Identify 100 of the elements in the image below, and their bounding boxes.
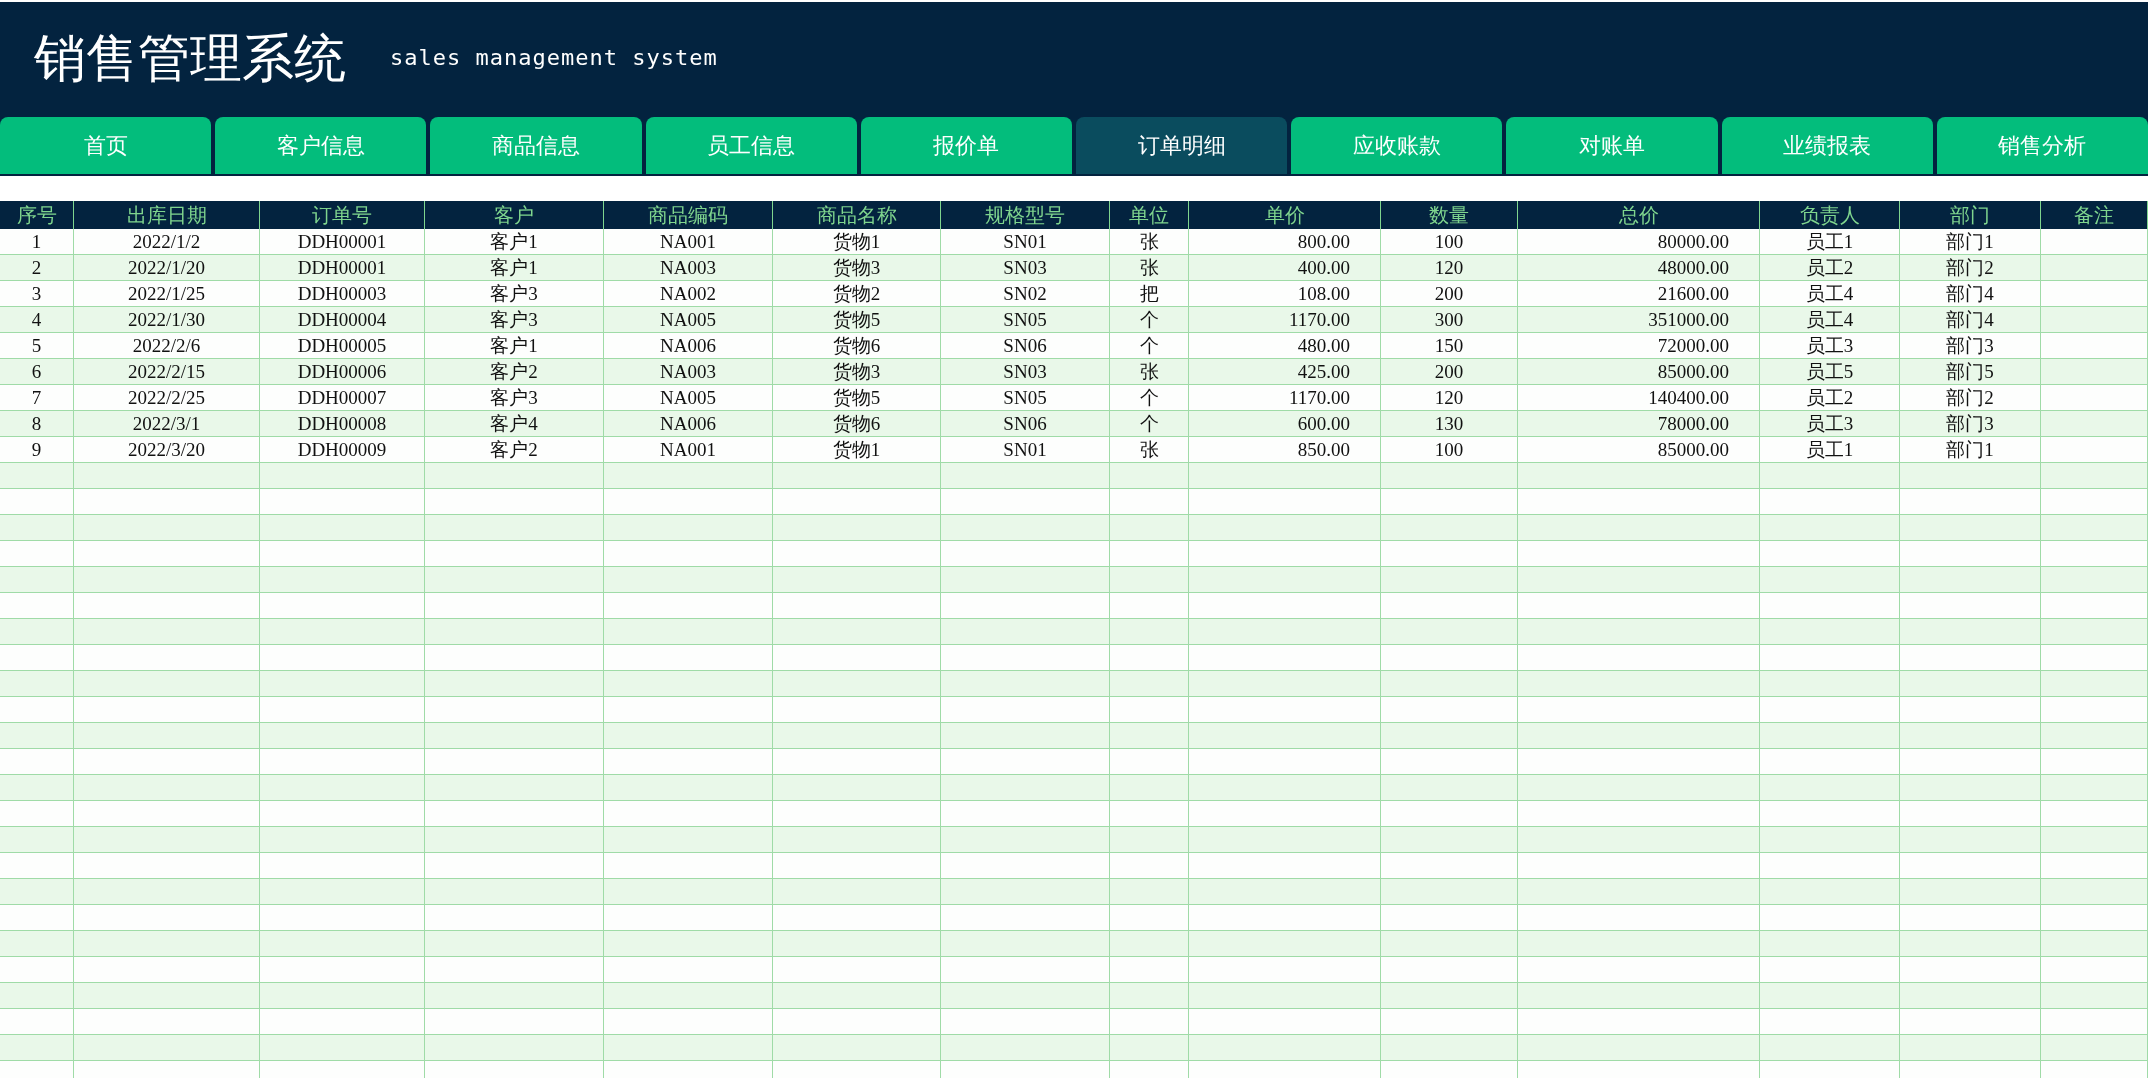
table-cell: 货物2 bbox=[773, 281, 941, 307]
table-cell: 部门5 bbox=[1900, 359, 2041, 385]
table-cell: 108.00 bbox=[1189, 281, 1381, 307]
app-title: 销售管理系统 bbox=[34, 26, 346, 90]
table-cell: 客户3 bbox=[425, 385, 604, 411]
table-cell: 140400.00 bbox=[1518, 385, 1760, 411]
nav-tab[interactable]: 员工信息 bbox=[645, 117, 857, 174]
table-cell: DDH00006 bbox=[260, 359, 425, 385]
column-header: 订单号 bbox=[260, 201, 425, 229]
table-cell: DDH00004 bbox=[260, 307, 425, 333]
table-cell: 货物6 bbox=[773, 333, 941, 359]
table-cell: 员工3 bbox=[1760, 333, 1900, 359]
table-cell: DDH00007 bbox=[260, 385, 425, 411]
table-cell: 把 bbox=[1110, 281, 1189, 307]
table-cell: NA003 bbox=[604, 359, 773, 385]
table-cell: NA001 bbox=[604, 229, 773, 255]
table-cell: 客户2 bbox=[425, 437, 604, 463]
column-header: 总价 bbox=[1518, 201, 1760, 229]
table-cell: DDH00008 bbox=[260, 411, 425, 437]
table-cell: DDH00001 bbox=[260, 229, 425, 255]
table-cell: 3 bbox=[0, 281, 74, 307]
table-cell: SN02 bbox=[941, 281, 1110, 307]
table-cell: 部门3 bbox=[1900, 411, 2041, 437]
table-cell: 部门4 bbox=[1900, 307, 2041, 333]
table-cell: 员工3 bbox=[1760, 411, 1900, 437]
table-cell: SN05 bbox=[941, 307, 1110, 333]
table-cell: 1170.00 bbox=[1189, 385, 1381, 411]
table-cell: 100 bbox=[1381, 229, 1518, 255]
table-cell: 2022/2/15 bbox=[74, 359, 260, 385]
nav-tab[interactable]: 订单明细 bbox=[1076, 117, 1288, 174]
table-cell: 351000.00 bbox=[1518, 307, 1760, 333]
table-cell: NA002 bbox=[604, 281, 773, 307]
nav-tab[interactable]: 销售分析 bbox=[1936, 117, 2148, 174]
column-header: 单位 bbox=[1110, 201, 1189, 229]
table-cell: NA003 bbox=[604, 255, 773, 281]
nav-tab[interactable]: 应收账款 bbox=[1291, 117, 1503, 174]
table-cell: 9 bbox=[0, 437, 74, 463]
table-cell: 客户1 bbox=[425, 255, 604, 281]
table-cell: DDH00003 bbox=[260, 281, 425, 307]
table-cell: 400.00 bbox=[1189, 255, 1381, 281]
table-cell: 部门2 bbox=[1900, 385, 2041, 411]
column-header: 客户 bbox=[425, 201, 604, 229]
table-cell: 2022/1/25 bbox=[74, 281, 260, 307]
table-cell: 张 bbox=[1110, 359, 1189, 385]
table-cell: DDH00005 bbox=[260, 333, 425, 359]
table-cell: DDH00001 bbox=[260, 255, 425, 281]
table-cell: 张 bbox=[1110, 437, 1189, 463]
table-cell: 客户1 bbox=[425, 229, 604, 255]
table-cell: 6 bbox=[0, 359, 74, 385]
table-cell: 个 bbox=[1110, 411, 1189, 437]
table-cell: SN03 bbox=[941, 359, 1110, 385]
table-cell: 120 bbox=[1381, 385, 1518, 411]
nav-tab[interactable]: 商品信息 bbox=[430, 117, 642, 174]
table-cell: NA006 bbox=[604, 333, 773, 359]
nav-tab[interactable]: 客户信息 bbox=[215, 117, 427, 174]
table-cell: 85000.00 bbox=[1518, 437, 1760, 463]
table-cell: 张 bbox=[1110, 255, 1189, 281]
column-header: 单价 bbox=[1189, 201, 1381, 229]
table-cell: 5 bbox=[0, 333, 74, 359]
table-cell: DDH00009 bbox=[260, 437, 425, 463]
nav-tab[interactable]: 业绩报表 bbox=[1721, 117, 1933, 174]
column-header: 规格型号 bbox=[941, 201, 1110, 229]
table-cell: 850.00 bbox=[1189, 437, 1381, 463]
table-cell: 个 bbox=[1110, 307, 1189, 333]
table-cell: 7 bbox=[0, 385, 74, 411]
table-cell: 48000.00 bbox=[1518, 255, 1760, 281]
column-header: 部门 bbox=[1900, 201, 2041, 229]
table-cell: NA005 bbox=[604, 385, 773, 411]
nav-tab[interactable]: 首页 bbox=[0, 117, 212, 174]
table-cell: 800.00 bbox=[1189, 229, 1381, 255]
table-cell: 员工2 bbox=[1760, 385, 1900, 411]
table-cell: SN01 bbox=[941, 229, 1110, 255]
nav-tab[interactable]: 对账单 bbox=[1506, 117, 1718, 174]
table-cell: NA001 bbox=[604, 437, 773, 463]
table-cell: 8 bbox=[0, 411, 74, 437]
table-cell: 600.00 bbox=[1189, 411, 1381, 437]
table-cell: 客户3 bbox=[425, 307, 604, 333]
column-header: 负责人 bbox=[1760, 201, 1900, 229]
column-header: 商品编码 bbox=[604, 201, 773, 229]
table-cell: 货物3 bbox=[773, 359, 941, 385]
table-cell: 72000.00 bbox=[1518, 333, 1760, 359]
table-cell: SN06 bbox=[941, 411, 1110, 437]
table-cell: 个 bbox=[1110, 333, 1189, 359]
table-cell: 货物1 bbox=[773, 437, 941, 463]
table-cell: SN03 bbox=[941, 255, 1110, 281]
column-header: 出库日期 bbox=[74, 201, 260, 229]
table-cell: 部门1 bbox=[1900, 437, 2041, 463]
app-subtitle: sales management system bbox=[390, 45, 718, 70]
table-cell: SN05 bbox=[941, 385, 1110, 411]
table-cell: 2022/2/6 bbox=[74, 333, 260, 359]
column-header: 数量 bbox=[1381, 201, 1518, 229]
table-cell: 客户4 bbox=[425, 411, 604, 437]
table-cell: 80000.00 bbox=[1518, 229, 1760, 255]
table-cell: 480.00 bbox=[1189, 333, 1381, 359]
table-cell: 2022/2/25 bbox=[74, 385, 260, 411]
table-cell: 120 bbox=[1381, 255, 1518, 281]
table-cell: 100 bbox=[1381, 437, 1518, 463]
table-cell: NA005 bbox=[604, 307, 773, 333]
column-header: 备注 bbox=[2041, 201, 2148, 229]
nav-tab[interactable]: 报价单 bbox=[860, 117, 1072, 174]
